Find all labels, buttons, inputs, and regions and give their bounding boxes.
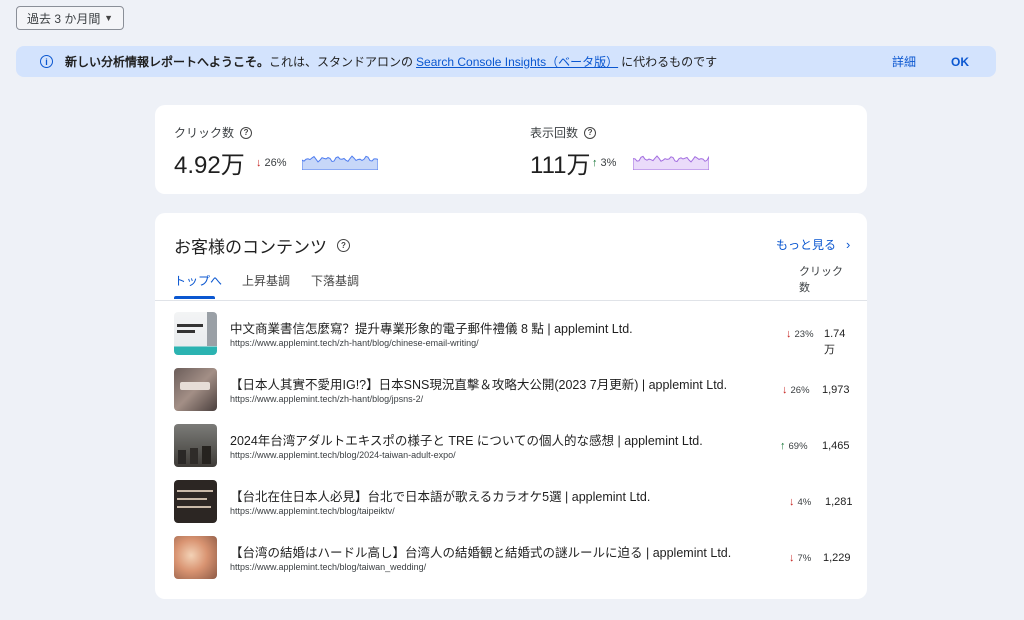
click-count: 1.74 万	[824, 328, 846, 356]
more-link[interactable]: もっと見る ›	[776, 236, 850, 253]
click-count: 1,465	[822, 440, 850, 452]
impressions-sparkline	[633, 155, 709, 170]
metrics-card: クリック数? 4.92万 ↓ 26% 表示回数? 111万 ↑ 3%	[155, 105, 867, 194]
help-icon[interactable]: ?	[337, 239, 350, 252]
arrow-up-icon: ↑	[592, 157, 598, 169]
clicks-column-header[interactable]: クリック数	[799, 264, 849, 296]
info-icon: i	[40, 55, 53, 68]
clicks-change: ↓ 26%	[256, 157, 287, 169]
detail-button[interactable]: 詳細	[892, 53, 916, 70]
clicks-label: クリック数?	[174, 124, 253, 141]
thumbnail	[174, 424, 217, 467]
content-url: https://www.applemint.tech/zh-hant/blog/…	[230, 338, 479, 348]
click-count: 1,229	[823, 552, 851, 564]
content-title: お客様のコンテンツ?	[174, 233, 350, 258]
clicks-value: 4.92万	[174, 152, 245, 179]
info-banner: i 新しい分析情報レポートへようこそ。 これは、スタンドアロンの Search …	[16, 46, 996, 77]
thumbnail	[174, 536, 217, 579]
table-row[interactable]: 【台湾の結婚はハードル高し】台湾人の結婚観と結婚式の謎ルールに迫る | appl…	[155, 536, 867, 592]
content-url: https://www.applemint.tech/blog/2024-tai…	[230, 450, 456, 460]
click-change: ↑ 69%	[780, 440, 808, 452]
content-title-text[interactable]: 【日本人其實不愛用IG!?】日本SNS現況直擊＆攻略大公開(2023 7月更新)…	[230, 374, 727, 393]
content-title-text[interactable]: 中文商業書信怎麼寫？提升專業形象的電子郵件禮儀 8 點 | applemint …	[230, 318, 633, 337]
table-row[interactable]: 2024年台湾アダルトエキスポの様子と TRE についての個人的な感想 | ap…	[155, 424, 867, 480]
date-range-select[interactable]: 過去 3 か月間 ▼	[16, 6, 124, 30]
content-url: https://www.applemint.tech/blog/taipeikt…	[230, 506, 395, 516]
arrow-down-icon: ↓	[256, 157, 262, 169]
click-change: ↓ 7%	[789, 552, 812, 564]
caret-down-icon: ▼	[104, 13, 113, 23]
impressions-label: 表示回数?	[530, 124, 597, 141]
banner-text: これは、スタンドアロンの	[269, 55, 414, 69]
arrow-down-icon: ↓	[782, 384, 788, 396]
click-change: ↓ 23%	[786, 328, 814, 340]
content-title-text[interactable]: 2024年台湾アダルトエキスポの様子と TRE についての個人的な感想 | ap…	[230, 430, 703, 449]
ok-button[interactable]: OK	[951, 55, 969, 69]
table-row[interactable]: 【日本人其實不愛用IG!?】日本SNS現況直擊＆攻略大公開(2023 7月更新)…	[155, 368, 867, 424]
thumbnail	[174, 480, 217, 523]
date-range-label: 過去 3 か月間	[27, 11, 101, 26]
content-card: お客様のコンテンツ? もっと見る › トップへ 上昇基調 下落基調 クリック数 中…	[155, 213, 867, 599]
arrow-up-icon: ↑	[780, 440, 786, 452]
table-row[interactable]: 【台北在住日本人必見】台北で日本語が歌えるカラオケ5選 | applemint …	[155, 480, 867, 536]
clicks-sparkline	[302, 155, 378, 170]
tab-top[interactable]: トップへ	[174, 272, 222, 289]
banner-bold-text: 新しい分析情報レポートへようこそ。	[65, 55, 270, 69]
thumbnail	[174, 368, 217, 411]
click-change: ↓ 4%	[789, 496, 812, 508]
insights-link[interactable]: Search Console Insights（ベータ版）	[416, 53, 618, 70]
click-count: 1,281	[825, 496, 853, 508]
click-change: ↓ 26%	[782, 384, 810, 396]
tab-falling[interactable]: 下落基調	[311, 272, 359, 289]
help-icon[interactable]: ?	[584, 126, 597, 139]
chevron-right-icon: ›	[846, 237, 851, 252]
banner-text-after: に代わるものです	[621, 55, 718, 69]
arrow-down-icon: ↓	[789, 552, 795, 564]
content-url: https://www.applemint.tech/blog/taiwan_w…	[230, 562, 427, 572]
arrow-down-icon: ↓	[786, 328, 792, 340]
table-row[interactable]: 中文商業書信怎麼寫？提升專業形象的電子郵件禮儀 8 點 | applemint …	[155, 312, 867, 368]
content-url: https://www.applemint.tech/zh-hant/blog/…	[230, 394, 424, 404]
content-tabs: トップへ 上昇基調 下落基調	[155, 268, 867, 301]
arrow-down-icon: ↓	[789, 496, 795, 508]
tab-rising[interactable]: 上昇基調	[242, 272, 290, 289]
content-title-text[interactable]: 【台湾の結婚はハードル高し】台湾人の結婚観と結婚式の謎ルールに迫る | appl…	[230, 542, 731, 561]
thumbnail	[174, 312, 217, 355]
content-title-text[interactable]: 【台北在住日本人必見】台北で日本語が歌えるカラオケ5選 | applemint …	[230, 486, 650, 505]
help-icon[interactable]: ?	[240, 126, 253, 139]
active-tab-indicator	[174, 296, 215, 299]
impressions-change: ↑ 3%	[592, 157, 617, 169]
click-count: 1,973	[822, 384, 850, 396]
impressions-value: 111万	[530, 152, 591, 179]
